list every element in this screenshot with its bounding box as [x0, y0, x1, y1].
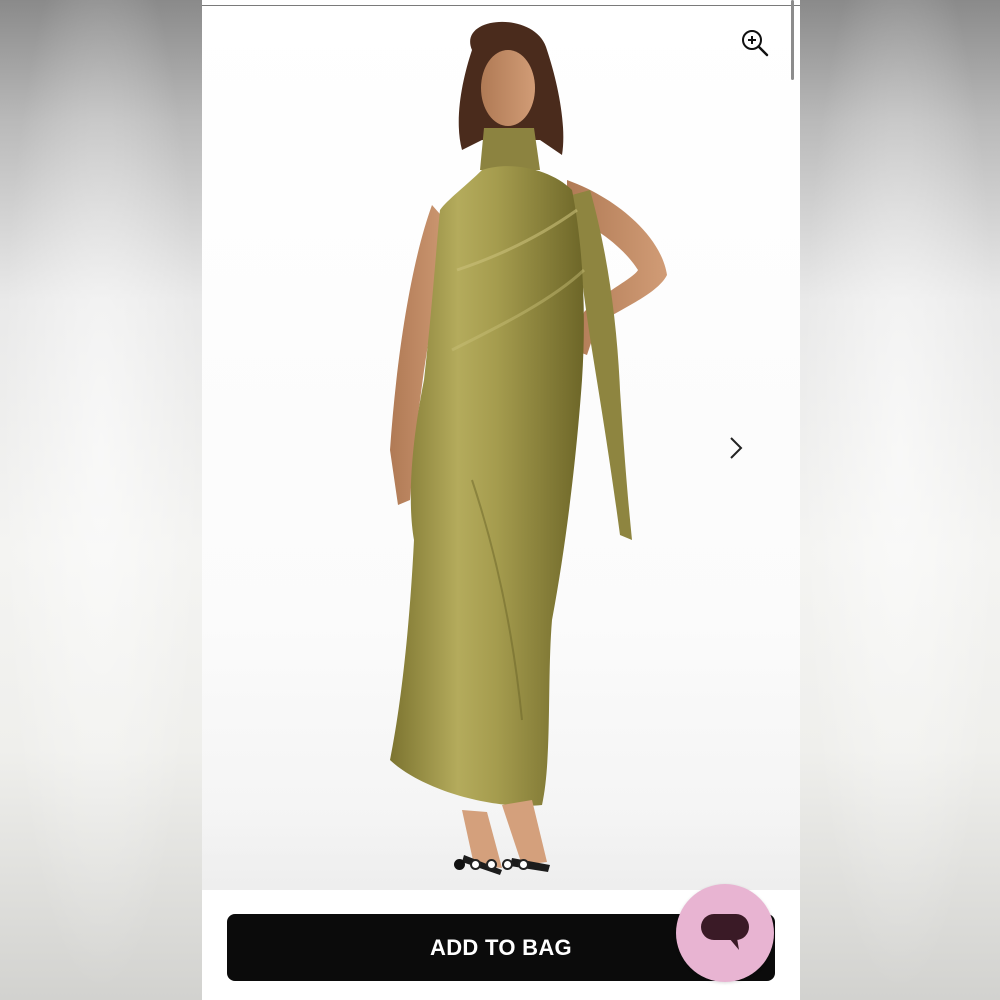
chevron-right-icon	[730, 437, 743, 459]
blurred-background-left	[0, 0, 202, 1000]
gallery-pagination	[454, 857, 529, 871]
gallery-dot-1[interactable]	[454, 858, 465, 870]
gallery-dot-5[interactable]	[518, 858, 529, 870]
zoom-in-icon	[742, 30, 769, 57]
phone-screen: ADD TO BAG	[202, 0, 800, 1000]
chat-bubble-icon	[701, 914, 749, 950]
zoom-button[interactable]	[738, 26, 772, 60]
model-in-dress-illustration	[390, 21, 667, 875]
product-image[interactable]	[202, 6, 800, 890]
scrollbar[interactable]	[791, 0, 794, 80]
chat-button[interactable]	[676, 884, 774, 982]
next-image-button[interactable]	[722, 430, 750, 466]
gallery-dot-3[interactable]	[486, 858, 497, 870]
gallery-dot-4[interactable]	[502, 858, 513, 870]
gallery-dot-2[interactable]	[470, 858, 481, 870]
blurred-background-right	[800, 0, 1000, 1000]
